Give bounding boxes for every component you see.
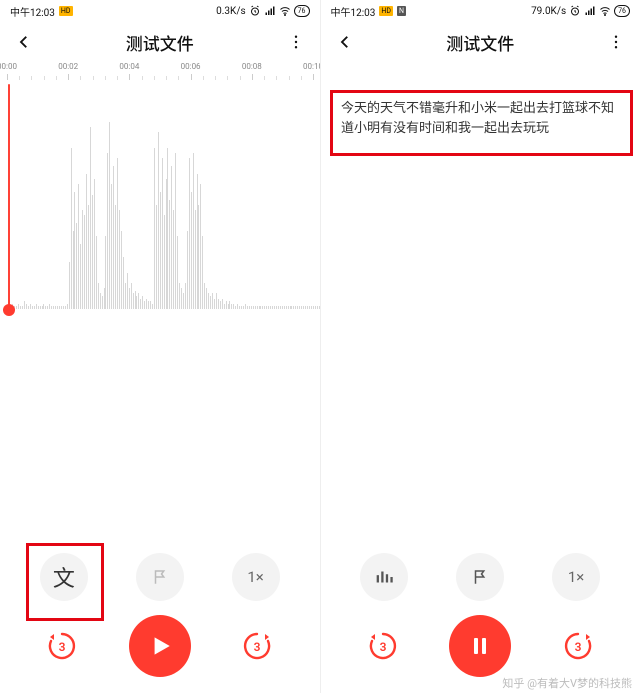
- waveform-toggle-button[interactable]: [360, 553, 408, 601]
- more-vert-icon: [287, 33, 305, 51]
- battery-icon: 76: [614, 5, 630, 17]
- more-vert-icon: [607, 33, 625, 51]
- svg-text:3: 3: [59, 640, 66, 654]
- rewind-icon: 3: [365, 628, 401, 664]
- more-button[interactable]: [282, 28, 310, 56]
- page-title: 测试文件: [126, 30, 194, 55]
- flag-icon: [471, 568, 489, 586]
- waveform[interactable]: [0, 84, 320, 309]
- wifi-icon: [279, 5, 291, 17]
- status-time: 中午12:03: [10, 4, 55, 19]
- rewind-3s-button[interactable]: 3: [40, 624, 84, 668]
- time-ruler: 00:0000:0200:0400:0600:0800:10: [0, 62, 320, 84]
- playhead-line[interactable]: [8, 84, 10, 309]
- watermark: 知乎 @有着大V梦的科技熊: [502, 675, 632, 691]
- rewind-3s-button[interactable]: 3: [361, 624, 405, 668]
- status-bar: 中午12:03 HD N 79.0K/s 76: [321, 0, 640, 22]
- nfc-chip-icon: N: [397, 6, 406, 16]
- wifi-icon: [599, 5, 611, 17]
- waveform-icon: [373, 566, 395, 588]
- flag-icon: [151, 568, 169, 586]
- speed-button[interactable]: 1×: [232, 553, 280, 601]
- nav-bar: 测试文件: [0, 22, 320, 62]
- forward-icon: 3: [239, 628, 275, 664]
- nav-bar: 测试文件: [321, 22, 640, 62]
- back-button[interactable]: [10, 28, 38, 56]
- playhead-handle[interactable]: [3, 304, 15, 316]
- sim-chip-icon: HD: [379, 6, 393, 16]
- forward-icon: 3: [560, 628, 596, 664]
- transcribe-button[interactable]: 文: [40, 553, 88, 601]
- pause-button[interactable]: [449, 615, 511, 677]
- play-icon: [147, 633, 173, 659]
- page-title: 测试文件: [446, 30, 514, 55]
- flag-button[interactable]: [136, 553, 184, 601]
- battery-icon: 76: [294, 5, 310, 17]
- pause-icon: [468, 634, 492, 658]
- transcript-text[interactable]: 今天的天气不错毫升和小米一起出去打篮球不知道小明有没有时间和我一起出去玩玩: [333, 93, 630, 145]
- status-net-speed: 79.0K/s: [531, 6, 566, 17]
- forward-3s-button[interactable]: 3: [556, 624, 600, 668]
- phone-left: 中午12:03 HD 0.3K/s 76 测试文件 00:0000:0200:0…: [0, 0, 320, 693]
- toolbar: 1×: [321, 553, 640, 601]
- status-time: 中午12:03: [331, 4, 376, 19]
- signal-icon: [584, 5, 596, 17]
- alarm-icon: [249, 5, 261, 17]
- rewind-icon: 3: [44, 628, 80, 664]
- play-button[interactable]: [129, 615, 191, 677]
- flag-button[interactable]: [456, 553, 504, 601]
- back-button[interactable]: [331, 28, 359, 56]
- playback-controls: 3 3: [321, 615, 640, 677]
- svg-text:3: 3: [379, 640, 386, 654]
- svg-text:3: 3: [254, 640, 261, 654]
- signal-icon: [264, 5, 276, 17]
- playback-controls: 3 3: [0, 615, 320, 677]
- svg-text:3: 3: [574, 640, 581, 654]
- sim-chip-icon: HD: [59, 6, 73, 16]
- status-net-speed: 0.3K/s: [216, 6, 245, 17]
- alarm-icon: [569, 5, 581, 17]
- forward-3s-button[interactable]: 3: [235, 624, 279, 668]
- speed-button[interactable]: 1×: [552, 553, 600, 601]
- toolbar: 文 1×: [0, 553, 320, 601]
- chevron-left-icon: [336, 33, 354, 51]
- chevron-left-icon: [15, 33, 33, 51]
- status-bar: 中午12:03 HD 0.3K/s 76: [0, 0, 320, 22]
- more-button[interactable]: [602, 28, 630, 56]
